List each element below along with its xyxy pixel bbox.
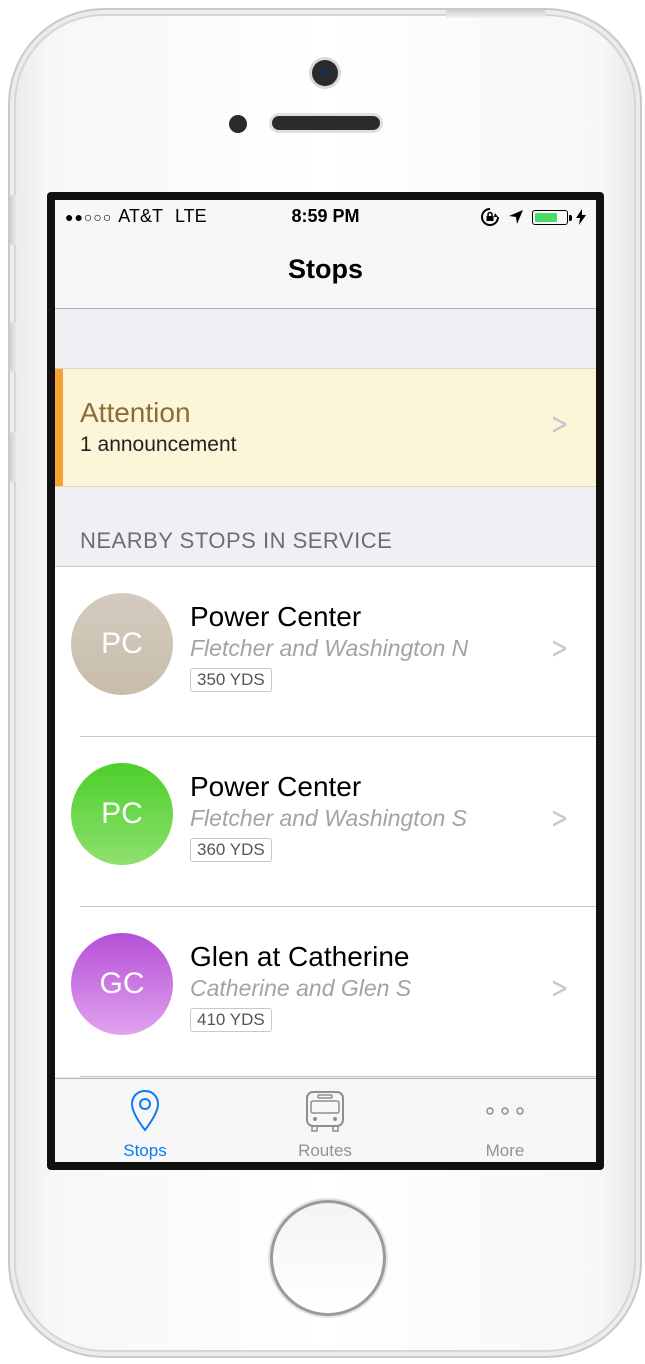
more-dots-icon (486, 1107, 524, 1115)
location-pin-icon (130, 1089, 160, 1132)
stop-avatar: PC (71, 593, 173, 695)
charging-bolt-icon (576, 209, 586, 225)
distance-badge: 360 YDS (190, 838, 272, 862)
chevron-right-icon: > (550, 407, 569, 442)
volume-down-button (10, 432, 18, 482)
stop-avatar: GC (71, 933, 173, 1035)
volume-up-button (10, 322, 18, 372)
tab-stops[interactable]: Stops (55, 1079, 235, 1162)
chevron-right-icon: > (550, 801, 569, 836)
mute-switch (10, 195, 18, 245)
tab-routes[interactable]: Routes (235, 1079, 415, 1162)
stop-street: Catherine and Glen S (190, 975, 412, 1001)
tab-label: More (485, 1141, 525, 1160)
announcement-accent-stripe (55, 369, 63, 486)
stop-name: Glen at Catherine (190, 941, 410, 972)
stops-list: PC Power Center Fletcher and Washington … (55, 566, 596, 1077)
distance-badge: 350 YDS (190, 668, 272, 692)
tab-label: Routes (298, 1141, 352, 1160)
stop-avatar: PC (71, 763, 173, 865)
tab-bar: Stops Routes More (55, 1078, 596, 1162)
rotation-lock-icon (481, 208, 499, 226)
chevron-right-icon: > (550, 971, 569, 1006)
tab-more[interactable]: More (415, 1079, 595, 1162)
stop-name: Power Center (190, 771, 362, 802)
announcement-banner[interactable]: Attention 1 announcement > (55, 368, 596, 487)
row-divider (80, 1076, 596, 1077)
front-camera (312, 60, 338, 86)
status-bar: ●●○○○ AT&T LTE 8:59 PM (55, 200, 596, 232)
location-arrow-icon (509, 210, 523, 224)
proximity-sensor (229, 115, 247, 133)
home-button[interactable] (270, 1200, 386, 1316)
announcement-title: Attention (80, 397, 191, 428)
page-title: Stops (287, 254, 363, 284)
stop-row[interactable]: PC Power Center Fletcher and Washington … (55, 737, 596, 907)
stop-row[interactable]: GC Glen at Catherine Catherine and Glen … (55, 907, 596, 1077)
bus-icon (306, 1091, 344, 1132)
stop-street: Fletcher and Washington S (190, 805, 468, 831)
battery-icon (532, 209, 572, 225)
stop-street: Fletcher and Washington N (190, 635, 469, 661)
tab-label: Stops (123, 1141, 167, 1160)
navigation-bar: Stops (55, 232, 596, 309)
announcement-count: 1 announcement (80, 433, 237, 456)
distance-badge: 410 YDS (190, 1008, 272, 1032)
stop-row[interactable]: PC Power Center Fletcher and Washington … (55, 567, 596, 737)
earpiece-speaker (272, 116, 380, 130)
chevron-right-icon: > (550, 631, 569, 666)
app-screen: ●●○○○ AT&T LTE 8:59 PM Stops Attention 1… (55, 200, 596, 1162)
section-header: NEARBY STOPS IN SERVICE (80, 528, 393, 553)
stop-name: Power Center (190, 601, 362, 632)
sleep-button (446, 10, 546, 18)
